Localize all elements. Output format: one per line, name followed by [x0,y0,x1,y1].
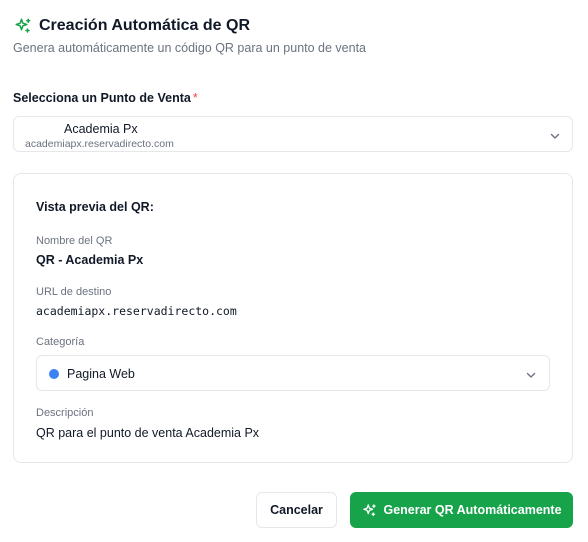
target-url-value: academiapx.reservadirecto.com [36,304,237,318]
required-mark: * [192,91,198,105]
selected-pos-name: Academia Px [64,122,138,136]
point-of-sale-label-text: Selecciona un Punto de Venta [13,91,191,105]
point-of-sale-label: Selecciona un Punto de Venta * [13,91,198,105]
generate-qr-button[interactable]: Generar QR Automáticamente [350,492,573,528]
description-label: Descripción [36,407,94,419]
target-url-label: URL de destino [36,286,112,298]
dialog-title: Creación Automática de QR [39,17,251,34]
qr-name-value: QR - Academia Px [36,253,144,267]
qr-name-label: Nombre del QR [36,235,113,247]
selected-pos-domain: academiapx.reservadirecto.com [25,138,174,150]
category-value: Pagina Web [67,367,135,381]
dialog-subtitle: Genera automáticamente un código QR para… [13,41,367,55]
chevron-down-icon [549,129,561,141]
point-of-sale-select[interactable]: Academia Px academiapx.reservadirecto.co… [13,116,573,152]
cancel-button[interactable]: Cancelar [256,492,337,528]
category-select[interactable]: Pagina Web [36,355,550,391]
description-value: QR para el punto de venta Academia Px [36,426,260,440]
title-row: Creación Automática de QR [13,15,573,37]
qr-preview-card: Vista previa del QR: Nombre del QR QR - … [13,173,573,463]
preview-title: Vista previa del QR: [36,200,154,214]
sparkles-icon [13,16,33,36]
chevron-down-icon [525,368,537,380]
sparkles-icon [361,502,377,518]
category-label: Categoría [36,336,85,348]
category-color-dot [49,369,59,379]
dialog-header: Creación Automática de QR Genera automát… [13,15,573,55]
generate-qr-label: Generar QR Automáticamente [383,503,562,517]
